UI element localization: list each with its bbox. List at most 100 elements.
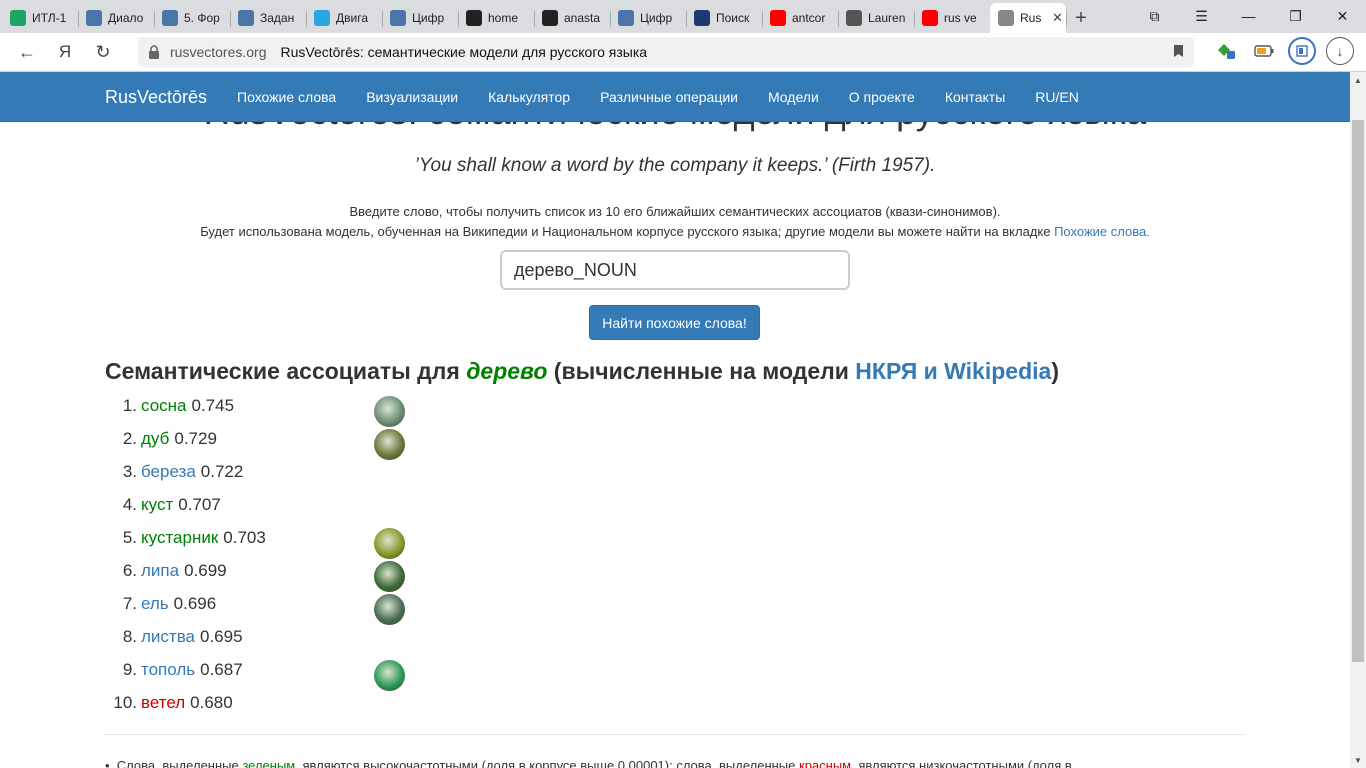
yandex-home-icon[interactable]: Я <box>46 36 84 68</box>
browser-tab[interactable]: rus ve <box>914 3 990 33</box>
result-word-link[interactable]: ель <box>141 592 169 625</box>
scroll-up-icon[interactable]: ▲ <box>1350 72 1366 88</box>
browser-tab[interactable]: Поиск <box>686 3 762 33</box>
back-icon[interactable]: ← <box>8 36 46 68</box>
browser-tab[interactable]: Двига <box>306 3 382 33</box>
tab-title: anasta <box>564 11 601 25</box>
vk-icon <box>162 10 178 26</box>
browser-toolbar: ← Я ↻ rusvectores.org RusVectōrēs: семан… <box>0 33 1366 72</box>
menu-icon[interactable]: ☰ <box>1178 0 1225 32</box>
results-list: 1. сосна 0.745 2. дуб 0.729 3. береза 0.722 4. кус… <box>105 394 505 724</box>
nav-link[interactable]: RU/EN <box>1020 72 1094 122</box>
browser-tab[interactable]: Цифр <box>382 3 458 33</box>
legend-text-2: , являются высокочастотными (доля в корп… <box>295 758 796 768</box>
tab-title: Диало <box>108 11 144 25</box>
browser-tab[interactable]: anasta <box>534 3 610 33</box>
browser-tab[interactable]: home <box>458 3 534 33</box>
result-word-link[interactable]: куст <box>141 493 173 526</box>
close-window-button[interactable]: ✕ <box>1319 0 1366 32</box>
browser-tab[interactable]: Задан <box>230 3 306 33</box>
result-item: 5. кустарник 0.703 <box>105 526 505 559</box>
result-number: 7. <box>122 594 137 613</box>
result-word-link[interactable]: дуб <box>141 427 169 460</box>
legend-text-1: Слова, выделенные <box>116 758 239 768</box>
browser-tab-strip: ИТЛ-1 Диало 5. Фор Задан Двига Цифр home anasta… <box>0 0 1366 33</box>
result-number: 2. <box>122 429 137 448</box>
similarity-score: 0.722 <box>200 462 244 481</box>
yandex-icon <box>770 10 786 26</box>
reader-mode-icon[interactable] <box>1288 37 1316 65</box>
browser-tab[interactable]: antcor <box>762 3 838 33</box>
result-word-link[interactable]: тополь <box>141 658 195 691</box>
word-query-input[interactable] <box>500 250 850 290</box>
result-item: 9. тополь 0.687 <box>105 658 505 691</box>
nav-link[interactable]: Визуализации <box>351 72 473 122</box>
battery-icon[interactable] <box>1250 37 1278 65</box>
result-number: 9. <box>122 660 137 679</box>
nav-link[interactable]: О проекте <box>834 72 930 122</box>
site-brand[interactable]: RusVectōrēs <box>105 87 207 108</box>
new-tab-button[interactable]: + <box>1066 3 1096 33</box>
result-word-link[interactable]: липа <box>141 559 179 592</box>
page-scrollbar[interactable]: ▲ ▼ <box>1350 72 1366 768</box>
url-page-title: RusVectōrēs: семантические модели для ру… <box>280 44 648 60</box>
tab-title: Rus <box>1020 11 1042 25</box>
result-number: 1. <box>122 396 137 415</box>
download-icon[interactable]: ↓ <box>1326 37 1354 65</box>
intro-text: Введите слово, чтобы получить список из … <box>0 202 1350 242</box>
nav-link[interactable]: Похожие слова <box>222 72 351 122</box>
scrollbar-thumb[interactable] <box>1352 120 1364 662</box>
tab-title: home <box>488 11 519 25</box>
word-thumbnail-image[interactable] <box>374 594 405 625</box>
tab-title: Цифр <box>640 11 673 25</box>
results-heading-mid: (вычисленные на модели <box>553 358 849 384</box>
address-bar[interactable]: rusvectores.org RusVectōrēs: семантическ… <box>138 37 1194 67</box>
result-item: 1. сосна 0.745 <box>105 394 505 427</box>
word-thumbnail-image[interactable] <box>374 396 405 427</box>
collections-icon[interactable]: ⧉ <box>1131 0 1178 32</box>
result-item: 8. листва 0.695 <box>105 625 505 658</box>
model-link[interactable]: НКРЯ и Wikipedia <box>855 358 1051 384</box>
word-thumbnail-image[interactable] <box>374 561 405 592</box>
results-query-word[interactable]: дерево <box>466 358 547 384</box>
browser-tab[interactable]: 5. Фор <box>154 3 230 33</box>
tab-title: antcor <box>792 11 826 25</box>
frequency-legend: • Слова, выделенные зеленым, являются вы… <box>105 758 1245 768</box>
nav-links: Похожие слова Визуализации Калькулятор Разл… <box>222 72 1094 122</box>
bookmark-icon[interactable] <box>1173 44 1184 61</box>
nav-link[interactable]: Модели <box>753 72 834 122</box>
word-thumbnail-image[interactable] <box>374 429 405 460</box>
yandex-icon <box>922 10 938 26</box>
nav-link[interactable]: Контакты <box>930 72 1020 122</box>
browser-tab[interactable]: Lauren <box>838 3 914 33</box>
find-similar-button[interactable]: Найти похожие слова! <box>589 305 760 340</box>
word-thumbnail-image[interactable] <box>374 528 405 559</box>
result-number: 5. <box>122 528 137 547</box>
browser-tab[interactable]: Rus ✕ <box>990 3 1066 33</box>
extension-icon[interactable] <box>1212 37 1240 65</box>
result-word-link[interactable]: ветел <box>141 691 185 724</box>
page-content: RusVectōrēs: семантические модели для ру… <box>0 122 1350 768</box>
result-word-link[interactable]: береза <box>141 460 196 493</box>
github-icon <box>542 10 558 26</box>
github-icon <box>466 10 482 26</box>
nav-link[interactable]: Различные операции <box>585 72 753 122</box>
scroll-down-icon[interactable]: ▼ <box>1350 752 1366 768</box>
minimize-button[interactable]: — <box>1225 0 1272 32</box>
restore-button[interactable]: ❐ <box>1272 0 1319 32</box>
close-tab-icon[interactable]: ✕ <box>1052 10 1063 26</box>
vk-icon <box>238 10 254 26</box>
result-number: 4. <box>122 495 137 514</box>
word-thumbnail-image[interactable] <box>374 660 405 691</box>
reload-icon[interactable]: ↻ <box>84 36 122 68</box>
nav-link[interactable]: Калькулятор <box>473 72 585 122</box>
result-word-link[interactable]: сосна <box>141 394 187 427</box>
similar-words-link[interactable]: Похожие слова. <box>1054 224 1150 239</box>
result-word-link[interactable]: кустарник <box>141 526 218 559</box>
tab-title: Задан <box>260 11 295 25</box>
browser-tab[interactable]: Диало <box>78 3 154 33</box>
result-item: 4. куст 0.707 <box>105 493 505 526</box>
browser-tab[interactable]: ИТЛ-1 <box>2 3 78 33</box>
browser-tab[interactable]: Цифр <box>610 3 686 33</box>
result-word-link[interactable]: листва <box>141 625 195 658</box>
